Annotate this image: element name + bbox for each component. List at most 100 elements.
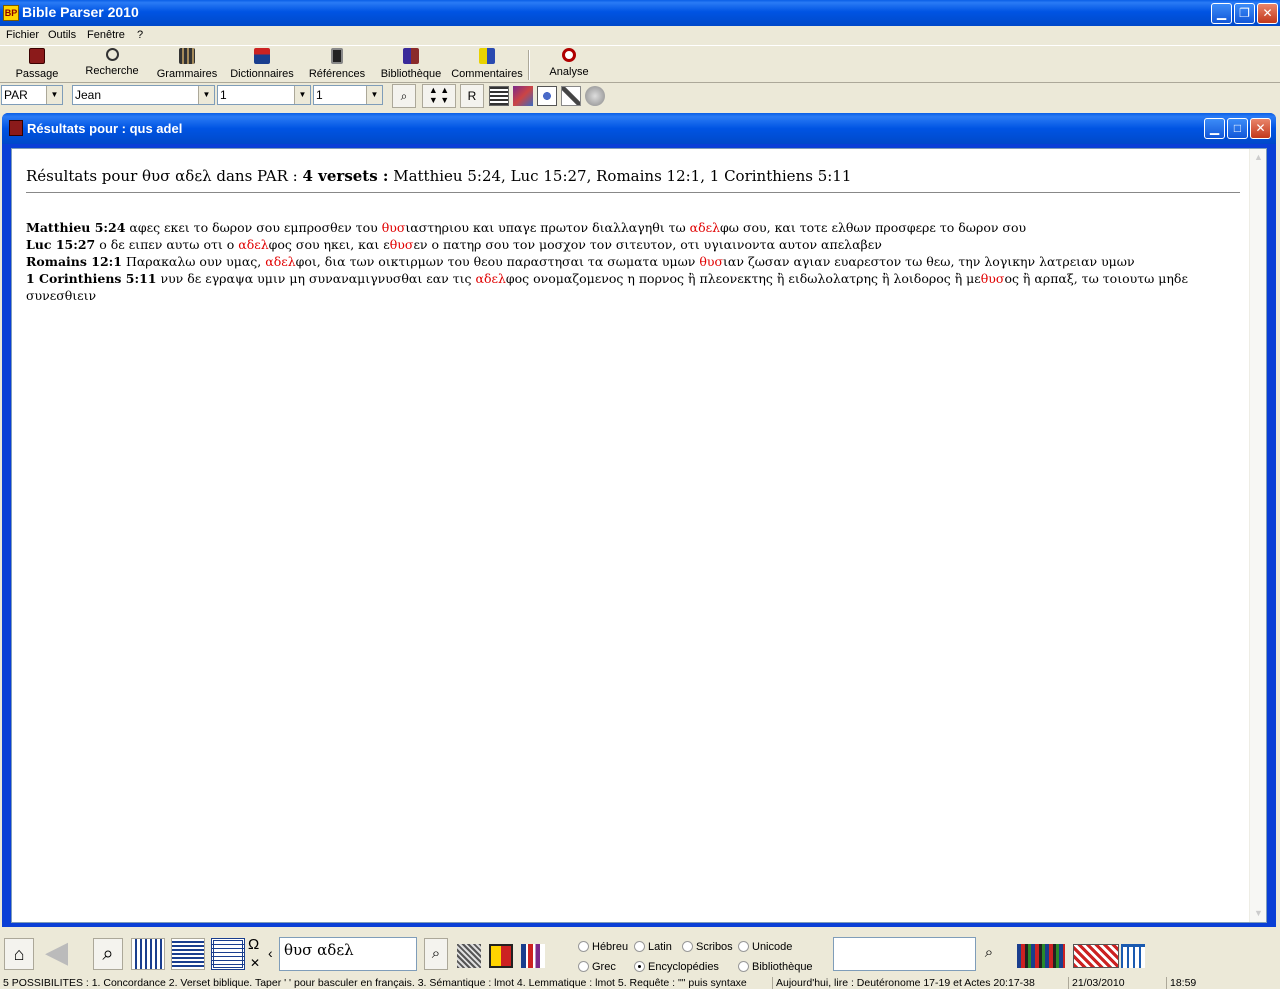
version-select[interactable]: PAR ▼ — [1, 85, 63, 105]
analysis-icon — [562, 48, 576, 62]
commentaires-button[interactable]: Commentaires — [451, 48, 523, 82]
verse-ref[interactable]: Matthieu 5:24 — [26, 220, 125, 235]
grammaires-button[interactable]: Grammaires — [156, 48, 218, 82]
recherche-button[interactable]: Recherche — [82, 48, 142, 82]
book-select[interactable]: Jean ▼ — [72, 85, 215, 105]
radio-dot — [634, 941, 645, 952]
menu-outils[interactable]: Outils — [48, 29, 76, 41]
r-button[interactable]: R — [460, 84, 484, 108]
verse-select[interactable]: 1 ▼ — [313, 85, 383, 105]
radio-latin[interactable]: Latin — [634, 941, 672, 953]
scroll-down-icon[interactable]: ▼ — [1251, 906, 1266, 921]
navigate-stepper[interactable]: ▲ ▲ ▼ ▼ — [422, 84, 456, 108]
references-button[interactable]: Références — [307, 48, 367, 82]
manuscripts-icon[interactable] — [1073, 944, 1119, 968]
library-shelf-icon[interactable] — [1017, 944, 1065, 968]
home-button[interactable]: ⌂ — [4, 938, 34, 970]
bottom-toolbar: ⌂ ◀ ⌕ Ω ✕ ‹ θυσ αδελ ⌕ Hébreu Latin Scri… — [0, 932, 1280, 976]
main-toolbar: Passage Recherche Grammaires Dictionnair… — [0, 45, 1280, 83]
match-highlight: θυσ — [980, 271, 1005, 286]
back-button[interactable]: ◀ — [45, 938, 81, 970]
magnifier-icon: ⌕ — [102, 943, 114, 965]
magnifier-icon: ⌕ — [431, 945, 441, 962]
search-clock-button[interactable]: ⌕ — [93, 938, 123, 970]
chevron-down-icon[interactable]: ▼ — [46, 86, 62, 104]
commentary-icon — [479, 48, 495, 64]
radio-unicode[interactable]: Unicode — [738, 941, 792, 953]
app-title: Bible Parser 2010 — [22, 4, 139, 20]
library-icon — [403, 48, 419, 64]
chapter-select[interactable]: 1 ▼ — [217, 85, 311, 105]
verse-ref[interactable]: Romains 12:1 — [26, 254, 122, 269]
chevron-down-icon[interactable]: ▼ — [366, 86, 382, 104]
passage-button[interactable]: Passage — [12, 48, 62, 82]
book-icon — [29, 48, 45, 64]
up-arrow-icon[interactable]: ▲ ▲ — [429, 85, 449, 95]
toolbar-separator — [528, 50, 530, 80]
search-go-button[interactable]: ⌕ — [424, 938, 448, 970]
status-bar: 5 POSSIBILITES : 1. Concordance 2. Verse… — [0, 977, 1280, 989]
radio-hebreu[interactable]: Hébreu — [578, 941, 628, 953]
statistics-chart-icon[interactable] — [521, 944, 545, 968]
window-view-button[interactable] — [211, 938, 245, 970]
home-icon: ⌂ — [13, 944, 25, 964]
radio-scribos[interactable]: Scribos — [682, 941, 733, 953]
results-window-titlebar: Résultats pour : qus adel ▁ □ ✕ — [2, 113, 1276, 144]
radio-dot-selected — [634, 961, 645, 972]
radio-bibliotheque[interactable]: Bibliothèque — [738, 961, 813, 973]
verse-ref[interactable]: 1 Corinthiens 5:11 — [26, 271, 157, 286]
temple-icon[interactable] — [1121, 944, 1145, 968]
match-highlight: θυσ — [381, 220, 406, 235]
search-passage-button[interactable]: ⌕ — [392, 84, 416, 108]
grid-tool-icon[interactable] — [457, 944, 481, 968]
match-highlight: θυσ — [699, 254, 724, 269]
tree-icon[interactable] — [537, 86, 557, 106]
text-view-icon[interactable] — [489, 86, 509, 106]
dictionnaires-button[interactable]: Dictionnaires — [230, 48, 294, 82]
disc-icon[interactable] — [585, 86, 605, 106]
down-arrow-icon[interactable]: ▼ ▼ — [429, 95, 449, 105]
child-maximize-button[interactable]: □ — [1227, 118, 1248, 139]
search-input[interactable]: θυσ αδελ — [279, 937, 417, 971]
chevron-down-icon[interactable]: ▼ — [198, 86, 214, 104]
tools-icon[interactable] — [561, 86, 581, 106]
bibliotheque-button[interactable]: Bibliothèque — [380, 48, 442, 82]
results-document: Résultats pour θυσ αδελ dans PAR : 4 ver… — [26, 167, 1240, 304]
radio-dot — [578, 941, 589, 952]
child-minimize-button[interactable]: ▁ — [1204, 118, 1225, 139]
analyse-button[interactable]: Analyse — [546, 48, 592, 82]
match-highlight: αδελ — [238, 237, 269, 252]
menu-fenetre[interactable]: Fenêtre — [87, 29, 125, 41]
magnifier-icon: ⌕ — [984, 944, 994, 961]
references-icon — [331, 48, 343, 64]
radio-encyclopedies[interactable]: Encyclopédies — [634, 961, 719, 973]
books-stack-icon[interactable] — [513, 86, 533, 106]
dictionary-tool-icon[interactable] — [489, 944, 513, 968]
radio-dot — [738, 941, 749, 952]
status-time: 18:59 — [1166, 977, 1280, 989]
rows-view-button[interactable] — [171, 938, 205, 970]
child-close-button[interactable]: ✕ — [1250, 118, 1271, 139]
close-button[interactable]: ✕ — [1257, 3, 1278, 24]
books-icon — [179, 48, 195, 64]
omega-button[interactable]: Ω — [248, 936, 259, 953]
minimize-button[interactable]: ▁ — [1211, 3, 1232, 24]
restore-button[interactable]: ❐ — [1234, 3, 1255, 24]
results-window: Résultats pour : qus adel ▁ □ ✕ Résultat… — [2, 113, 1276, 927]
radio-grec[interactable]: Grec — [578, 961, 616, 973]
app-titlebar: BP Bible Parser 2010 ▁ ❐ ✕ — [0, 0, 1280, 26]
verse-item: 1 Corinthiens 5:11 νυν δε εγραψα υμιν μη… — [26, 271, 1188, 303]
chevron-down-icon[interactable]: ▼ — [294, 86, 310, 104]
columns-view-button[interactable] — [131, 938, 165, 970]
vertical-scrollbar[interactable]: ▲ ▼ — [1249, 149, 1266, 922]
magnifier-icon: ⌕ — [400, 89, 408, 103]
chevron-left-icon[interactable]: ‹ — [268, 945, 273, 961]
encyclopedia-search-button[interactable]: ⌕ — [978, 938, 1000, 970]
verse-ref[interactable]: Luc 15:27 — [26, 237, 95, 252]
menu-fichier[interactable]: Fichier — [6, 29, 39, 41]
encyclopedia-search-input[interactable] — [833, 937, 976, 971]
close-small-icon[interactable]: ✕ — [250, 956, 260, 970]
match-highlight: αδελ — [689, 220, 721, 235]
scroll-up-icon[interactable]: ▲ — [1251, 150, 1266, 165]
menu-help[interactable]: ? — [137, 29, 143, 41]
